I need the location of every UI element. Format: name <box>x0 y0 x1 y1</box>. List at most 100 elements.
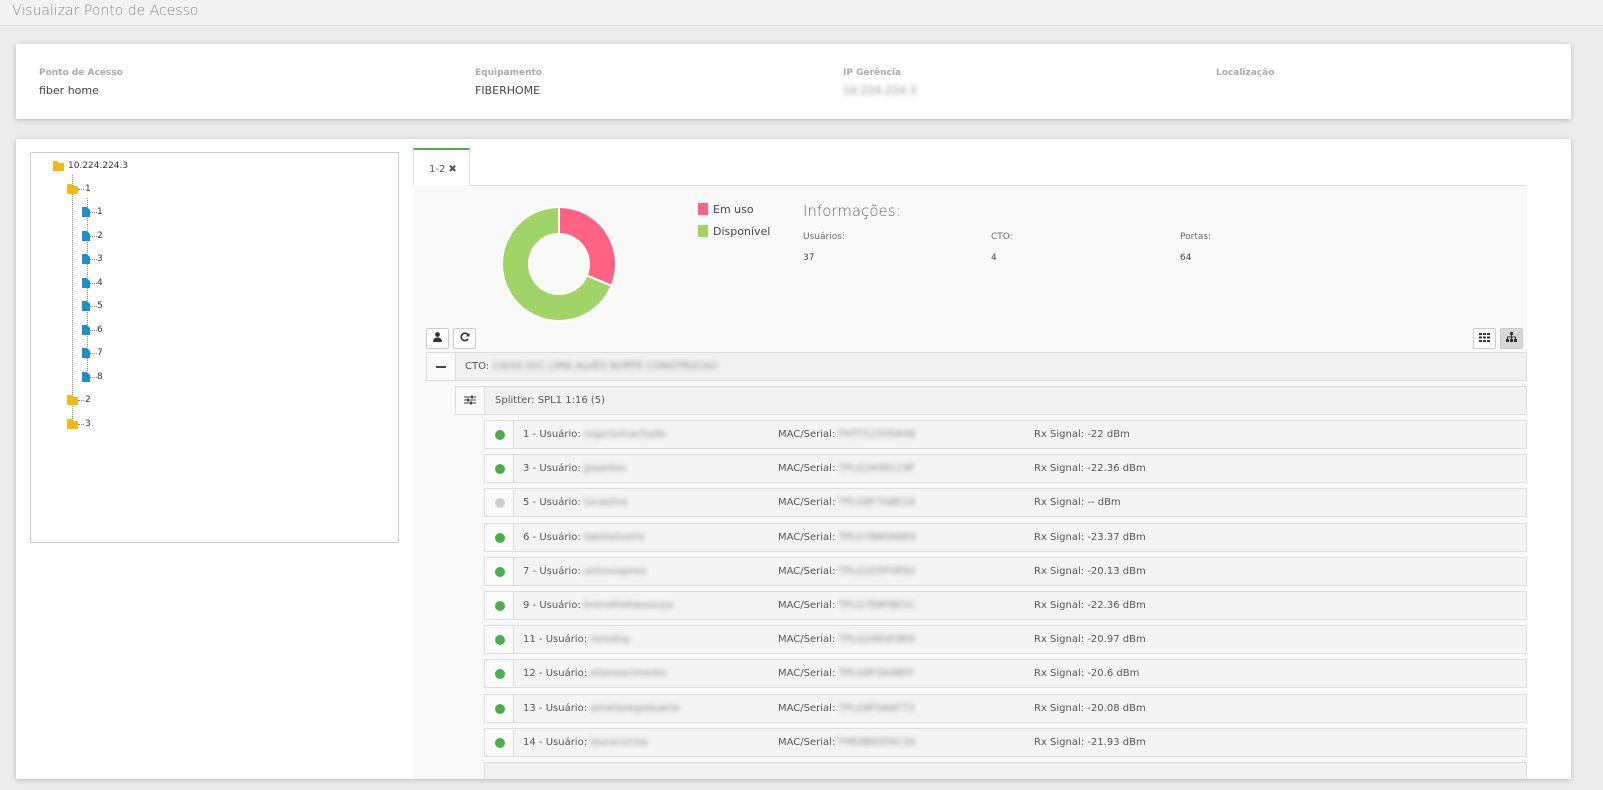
user-row[interactable]: 13 - Usuário: ameliaregoduarte MAC/Serial… <box>484 693 1527 723</box>
mac-serial: TPLG2AE0F9E9 <box>838 634 915 646</box>
mac-serial: FHE8B65FAC3A <box>838 736 916 748</box>
user-button[interactable] <box>426 328 449 349</box>
status-offline-icon <box>495 498 505 509</box>
access-point-value: fiber home <box>39 84 99 97</box>
mac-label: MAC/Serial: <box>778 497 836 509</box>
user-row[interactable]: 14 - Usuário: lauracorrea MAC/Serial: FHE… <box>484 727 1527 757</box>
username: antoniopires <box>583 565 647 577</box>
topology-tree: 10.224.224.3 1 1 2 3 4 5 6 7 8 2 3 <box>30 152 399 543</box>
legend-label: Disponível <box>713 225 771 238</box>
rx-signal: -22.36 dBm <box>1087 463 1146 475</box>
sliders-icon <box>464 395 476 405</box>
mac-label: MAC/Serial: <box>778 702 836 714</box>
tab-1-2[interactable]: 1-2 ✖ <box>413 148 470 186</box>
tree-leaf-label: 7 <box>97 348 103 358</box>
collapse-button[interactable] <box>427 353 456 380</box>
user-label: Usuário: <box>539 565 581 577</box>
mac-label: MAC/Serial: <box>778 600 836 611</box>
user-row[interactable]: 3 - Usuário: jpsantos MAC/Serial: TPLG2A5… <box>484 454 1527 484</box>
legend-swatch <box>698 225 708 237</box>
grid-icon <box>1479 333 1490 342</box>
mac-label: MAC/Serial: <box>778 565 836 577</box>
location-field: Localização <box>1216 68 1274 84</box>
equipment-field: Equipamento FIBERHOME <box>475 68 542 97</box>
minus-icon <box>436 365 446 368</box>
status-online-icon <box>495 430 505 440</box>
username: brenofreitassouza <box>583 600 674 611</box>
status-cell <box>485 455 514 483</box>
sitemap-icon <box>1506 332 1517 342</box>
user-label: Usuário: <box>539 531 581 543</box>
status-online-icon <box>495 703 505 714</box>
port-number: 3 <box>523 463 530 475</box>
tab-bar: 1-2 ✖ <box>413 148 1527 186</box>
user-label: Usuário: <box>545 736 588 748</box>
close-icon[interactable]: ✖ <box>448 164 456 175</box>
tree-view-button[interactable] <box>1500 328 1523 349</box>
user-label: Usuário: <box>539 429 581 440</box>
user-row[interactable]: 1 - Usuário: rogeriomachado MAC/Serial: F… <box>484 420 1527 449</box>
cto-value: 4 <box>991 253 997 263</box>
rx-label: Rx Signal: <box>1034 463 1085 475</box>
equipment-value: FIBERHOME <box>475 84 541 97</box>
cto-label: CTO: <box>991 232 1013 242</box>
file-icon <box>82 207 90 217</box>
ports-label: Portas: <box>1180 232 1212 242</box>
donut-slice-in-use[interactable] <box>558 206 617 288</box>
splitter-toggle[interactable] <box>456 387 485 414</box>
users-label: Usuários: <box>803 232 845 242</box>
file-icon <box>82 231 90 241</box>
user-row[interactable]: 6 - Usuário: fabiosilveira MAC/Serial: TP… <box>484 522 1527 552</box>
user-row[interactable]: 7 - Usuário: antoniopires MAC/Serial: TPL… <box>484 556 1527 586</box>
user-label: Usuário: <box>545 702 588 714</box>
status-cell <box>485 728 514 756</box>
file-icon <box>82 325 90 335</box>
user-row[interactable]: 11 - Usuário: mrodrig MAC/Serial: TPLG2AE… <box>484 625 1527 655</box>
rx-label: Rx Signal: <box>1034 497 1085 509</box>
rx-label: Rx Signal: <box>1034 668 1085 680</box>
access-point-field: Ponto de Acesso fiber home <box>39 68 123 97</box>
main-card: 10.224.224.3 1 1 2 3 4 5 6 7 8 2 3 1-2 ✖… <box>16 139 1571 779</box>
splitter-row[interactable]: Splitter: SPL1 1:16 (5) <box>455 386 1527 415</box>
rx-label: Rx Signal: <box>1034 429 1085 440</box>
status-online-icon <box>495 737 505 748</box>
user-row[interactable]: 12 - Usuário: elianascimento MAC/Serial: … <box>484 659 1527 689</box>
tree-leaf-label: 2 <box>97 231 103 241</box>
rx-label: Rx Signal: <box>1034 736 1085 748</box>
users-value: 37 <box>803 253 815 263</box>
username: lauracorrea <box>590 736 648 748</box>
file-icon <box>82 348 90 358</box>
user-row[interactable]: 5 - Usuário: lucasilva MAC/Serial: TPLG8F… <box>484 488 1527 518</box>
tree-leaf-label: 3 <box>97 254 103 264</box>
tree-leaf-label: 6 <box>97 325 103 335</box>
user-label: Usuário: <box>545 668 588 680</box>
mac-label: MAC/Serial: <box>778 531 836 543</box>
mac-label: MAC/Serial: <box>778 429 836 440</box>
folder-icon <box>67 395 78 405</box>
port-number: 14 <box>523 736 536 748</box>
grid-view-button[interactable] <box>1473 328 1496 349</box>
status-cell <box>485 626 514 654</box>
equipment-label: Equipamento <box>475 68 542 78</box>
status-cell <box>485 592 514 619</box>
refresh-button[interactable] <box>453 328 476 349</box>
user-row-partial[interactable] <box>484 762 1527 779</box>
cto-prefix: CTO: <box>465 361 490 372</box>
port-number: 11 <box>523 634 536 646</box>
status-cell <box>485 421 514 448</box>
cto-row[interactable]: CTO: CAIXA 001 LIMA ALVES NORTE CONSTRUC… <box>426 352 1527 381</box>
status-online-icon <box>495 532 505 543</box>
user-label: Usuário: <box>545 634 588 646</box>
mac-label: MAC/Serial: <box>778 668 836 680</box>
legend-available: Disponível <box>698 225 770 238</box>
username: fabiosilveira <box>583 531 645 543</box>
top-bar: Visualizar Ponto de Acesso <box>0 0 1603 26</box>
rx-signal: -21.93 dBm <box>1087 736 1146 748</box>
page-title: Visualizar Ponto de Acesso <box>12 3 199 19</box>
username: jpsantos <box>583 463 626 475</box>
status-online-icon <box>495 464 505 475</box>
port-number: 9 <box>523 600 530 611</box>
rx-signal: -20.13 dBm <box>1087 565 1146 577</box>
info-title: Informações: <box>803 202 901 220</box>
user-row[interactable]: 9 - Usuário: brenofreitassouza MAC/Serial… <box>484 591 1527 620</box>
